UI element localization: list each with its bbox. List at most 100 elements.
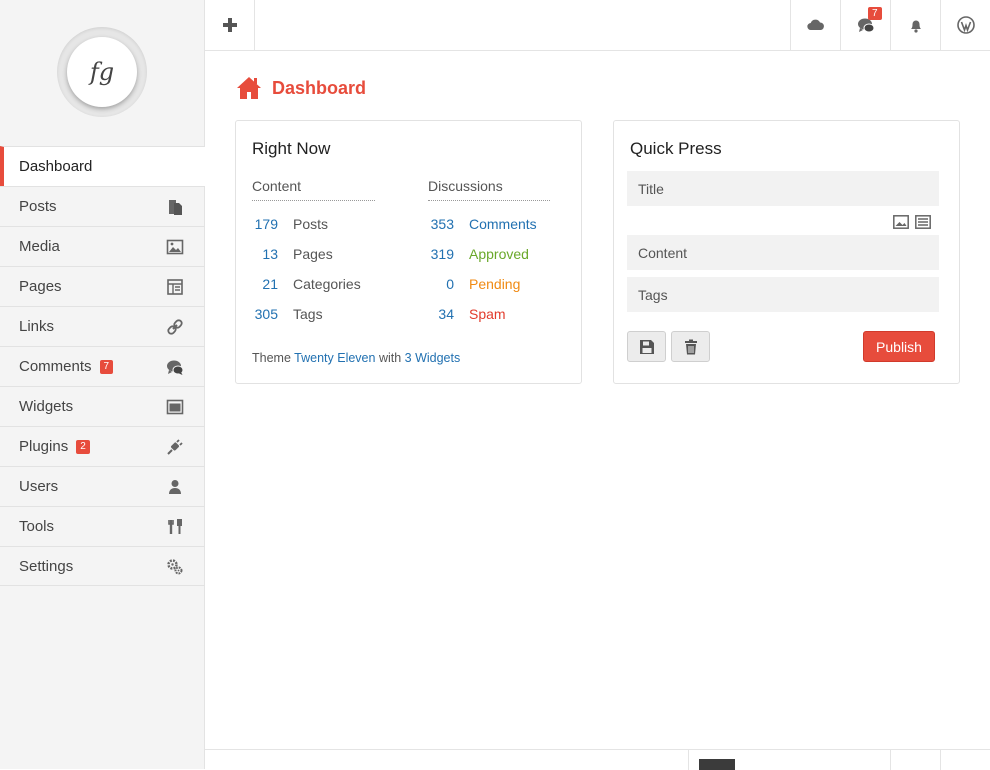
tools-icon [168,519,182,534]
column-heading: Discussions [428,178,550,201]
home-icon [237,77,261,99]
link-icon [167,319,183,335]
title-field[interactable]: Title [627,171,939,206]
divider [890,750,891,770]
stat-row[interactable]: 353 Comments [428,209,550,239]
sidebar-item-links[interactable]: Links [0,306,205,346]
theme-name-link[interactable]: Twenty Eleven [294,351,375,365]
panel-title: Quick Press [630,139,722,158]
pages-icon [167,279,183,295]
publish-button[interactable]: Publish [863,331,935,362]
stat-count: 13 [262,246,278,262]
stat-row[interactable]: 179 Posts [252,209,375,239]
stat-label: Pages [293,246,333,262]
sidebar-item-tools[interactable]: Tools [0,506,205,546]
discussions-column: Discussions 353 Comments 319 Approved 0 … [428,178,550,329]
save-icon [639,339,654,354]
bottom-bar [205,749,990,770]
sidebar-item-label: Pages [19,278,62,295]
sidebar: fg Dashboard Posts Media Pages Links Com… [0,0,205,769]
stat-count: 319 [430,246,454,262]
sidebar-nav: Dashboard Posts Media Pages Links Commen… [0,146,205,586]
sidebar-item-pages[interactable]: Pages [0,266,205,306]
stat-count: 34 [438,306,454,322]
add-media-icon[interactable] [915,215,931,229]
theme-with: with [378,351,402,365]
sidebar-item-settings[interactable]: Settings [0,546,205,586]
topbar: 7 [205,0,990,51]
sidebar-item-dashboard[interactable]: Dashboard [0,146,205,186]
sidebar-item-plugins[interactable]: Plugins 2 [0,426,205,466]
stat-label: Spam [469,306,506,322]
plug-icon [167,439,183,455]
content-column: Content 179 Posts 13 Pages 21 Categories… [252,178,375,329]
sidebar-item-media[interactable]: Media [0,226,205,266]
media-icon [166,239,184,255]
plugins-count-badge: 2 [76,439,90,454]
topbar-icons: 7 [790,0,990,50]
sidebar-item-posts[interactable]: Posts [0,186,205,226]
posts-icon [169,200,182,215]
sidebar-item-label: Media [19,238,60,255]
save-draft-button[interactable] [627,331,666,362]
comments-button[interactable]: 7 [840,0,890,50]
stat-row[interactable]: 319 Approved [428,239,550,269]
stat-label: Approved [469,246,529,262]
comments-icon [167,360,184,375]
notifications-button[interactable] [890,0,940,50]
stat-label: Tags [293,306,323,322]
theme-prefix: Theme [252,351,291,365]
quick-press-panel: Quick Press Title Content Tags Publish [613,120,960,384]
sidebar-item-label: Comments [19,358,92,375]
stat-row[interactable]: 305 Tags [252,299,375,329]
stat-label: Comments [469,216,537,232]
sidebar-item-label: Settings [19,557,74,575]
sidebar-item-label: Links [19,318,55,335]
widgets-link[interactable]: 3 Widgets [405,351,461,365]
tags-field[interactable]: Tags [627,277,939,312]
content-field[interactable]: Content [627,235,939,270]
sidebar-item-label: Posts [19,198,57,215]
stat-label: Posts [293,216,329,232]
column-heading: Content [252,178,375,201]
divider [940,750,941,770]
wordpress-icon [956,16,975,34]
stat-row[interactable]: 0 Pending [428,269,550,299]
stat-count: 305 [254,306,278,322]
sidebar-item-comments[interactable]: Comments 7 [0,346,205,386]
comments-notification-badge: 7 [868,7,882,20]
media-toolbar [893,215,931,229]
delete-button[interactable] [671,331,710,362]
add-new-button[interactable] [205,0,255,50]
bell-icon [910,20,921,33]
stat-count: 179 [254,216,278,232]
cloud-button[interactable] [790,0,840,50]
right-now-panel: Right Now Content 179 Posts 13 Pages 21 … [235,120,582,384]
logo-mark: fg [67,37,137,107]
sidebar-item-label: Plugins [19,438,69,455]
user-icon [169,480,181,494]
settings-icon [167,559,183,575]
divider [688,750,689,770]
page-title-text: Dashboard [272,77,367,98]
logo[interactable]: fg [57,27,147,117]
stat-row[interactable]: 13 Pages [252,239,375,269]
page-title: Dashboard [236,76,366,100]
wordpress-button[interactable] [940,0,990,50]
stat-label: Pending [469,276,521,292]
sidebar-item-label: Widgets [19,398,74,415]
stat-count: 353 [430,216,454,232]
trash-icon [684,339,697,354]
stat-count: 0 [446,276,454,292]
stat-row[interactable]: 34 Spam [428,299,550,329]
sidebar-item-widgets[interactable]: Widgets [0,386,205,426]
stat-count: 21 [262,276,278,292]
comments-count-badge: 7 [99,359,114,374]
panel-title: Right Now [252,139,331,158]
sidebar-item-label: Users [19,478,59,495]
cloud-icon [806,19,824,31]
add-image-icon[interactable] [893,215,909,229]
sidebar-item-users[interactable]: Users [0,466,205,506]
stat-row[interactable]: 21 Categories [252,269,375,299]
avatar[interactable] [699,759,735,770]
